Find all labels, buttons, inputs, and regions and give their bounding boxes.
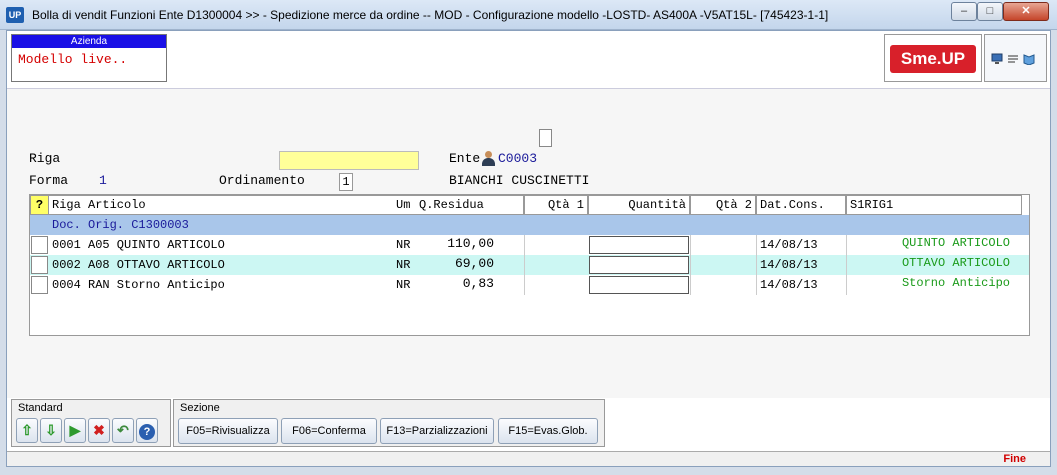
maximize-icon: □ [986, 5, 994, 17]
cancel-icon: ✖ [93, 422, 105, 438]
table-row[interactable]: 0004 RAN Storno Anticipo NR 0,83 14/08/1… [30, 275, 1029, 295]
select-all-header[interactable]: ? [30, 195, 49, 215]
standard-section: Standard ⇧ ⇩ ▶ ✖ ↶ ? [11, 399, 171, 447]
maximize-button[interactable]: □ [977, 2, 1003, 21]
header-riga-articolo-label: Riga Articolo [52, 198, 146, 212]
standard-label: Standard [18, 402, 63, 414]
q-residua-cell: 69,00 [454, 256, 494, 271]
play-icon: ▶ [69, 422, 81, 438]
book-icon[interactable] [1023, 53, 1035, 66]
form-area: Riga Ente C0003 Forma 1 Ordinamento 1 BI… [7, 88, 1050, 398]
row-select-checkbox[interactable] [31, 276, 48, 294]
quantita-input[interactable] [589, 276, 689, 294]
row-select-checkbox[interactable] [31, 236, 48, 254]
q-residua-cell: 0,83 [462, 276, 494, 291]
list-icon[interactable] [1007, 53, 1019, 65]
dat-cons-cell: 14/08/13 [760, 258, 818, 272]
ordinamento-input[interactable]: 1 [339, 173, 353, 191]
azienda-value: Modello live.. [18, 52, 128, 67]
title-bar: UP Bolla di vendit Funzioni Ente D130000… [0, 0, 1057, 30]
header-riga-articolo[interactable]: Riga Articolo Um Q.Residua [49, 195, 524, 215]
row-select-checkbox[interactable] [31, 256, 48, 274]
minimize-icon: – [960, 5, 968, 17]
ente-label: Ente [449, 151, 481, 166]
undo-button[interactable]: ↶ [112, 418, 134, 443]
um-cell: NR [396, 238, 411, 252]
help-icon: ? [139, 424, 155, 440]
monitor-icon[interactable] [991, 53, 1003, 65]
forma-label: Forma [29, 173, 69, 188]
smeup-logo: Sme.UP [890, 45, 976, 73]
azienda-panel: Azienda Modello live.. [11, 34, 167, 82]
table-row[interactable]: 0002 A08 OTTAVO ARTICOLO NR 69,00 14/08/… [30, 255, 1029, 275]
sezione-label: Sezione [180, 402, 220, 414]
group-label: Doc. Orig. C1300003 [52, 218, 189, 232]
header-dat-cons[interactable]: Dat.Cons. [756, 195, 846, 215]
f13-button[interactable]: F13=Parzializzazioni [380, 418, 494, 444]
riga-label: Riga [29, 151, 61, 166]
close-icon: ✕ [1021, 5, 1031, 17]
azienda-header: Azienda [12, 35, 166, 48]
arrow-down-button[interactable]: ⇩ [40, 418, 62, 443]
close-button[interactable]: ✕ [1003, 2, 1049, 21]
dat-cons-cell: 14/08/13 [760, 238, 818, 252]
quantita-input[interactable] [589, 256, 689, 274]
f05-button[interactable]: F05=Rivisualizza [178, 418, 278, 444]
header-q-residua-label: Q.Residua [419, 198, 484, 212]
riga-input[interactable] [279, 151, 419, 170]
play-button[interactable]: ▶ [64, 418, 86, 443]
q-residua-cell: 110,00 [447, 236, 494, 251]
logo-panel: Sme.UP [884, 34, 982, 82]
header-quantita[interactable]: Quantità [588, 195, 690, 215]
f15-button[interactable]: F15=Evas.Glob. [498, 418, 598, 444]
s1rig1-cell: OTTAVO ARTICOLO [901, 256, 1010, 270]
forma-value: 1 [99, 173, 107, 188]
tools-panel [984, 34, 1047, 82]
um-cell: NR [396, 278, 411, 292]
group-row[interactable]: Doc. Orig. C1300003 [30, 215, 1029, 235]
client-area: Azienda Modello live.. Sme.UP Riga Ente … [6, 30, 1051, 467]
header-qta1[interactable]: Qtà 1 [524, 195, 588, 215]
table-row[interactable]: 0001 A05 QUINTO ARTICOLO NR 110,00 14/08… [30, 235, 1029, 255]
app-icon: UP [6, 7, 24, 23]
order-lines-grid: ? Riga Articolo Um Q.Residua Qtà 1 Quant… [29, 194, 1030, 336]
dat-cons-cell: 14/08/13 [760, 278, 818, 292]
arrow-up-button[interactable]: ⇧ [16, 418, 38, 443]
status-bar: Fine [7, 451, 1050, 466]
arrow-down-icon: ⇩ [45, 422, 57, 438]
arrow-up-icon: ⇧ [21, 422, 33, 438]
option-checkbox[interactable] [539, 129, 552, 147]
header-s1rig1[interactable]: S1RIG1 [846, 195, 1022, 215]
help-button[interactable]: ? [136, 418, 158, 443]
quantita-input[interactable] [589, 236, 689, 254]
ente-name: BIANCHI CUSCINETTI [449, 173, 590, 188]
cancel-button[interactable]: ✖ [88, 418, 110, 443]
s1rig1-cell: Storno Anticipo [901, 276, 1010, 290]
riga-articolo-cell: 0004 RAN Storno Anticipo [52, 278, 225, 292]
grid-header: ? Riga Articolo Um Q.Residua Qtà 1 Quant… [30, 195, 1029, 215]
f06-button[interactable]: F06=Conferma [281, 418, 377, 444]
undo-icon: ↶ [117, 422, 129, 438]
s1rig1-cell: QUINTO ARTICOLO [901, 236, 1010, 250]
window-title: Bolla di vendit Funzioni Ente D1300004 >… [32, 8, 829, 22]
riga-articolo-cell: 0002 A08 OTTAVO ARTICOLO [52, 258, 225, 272]
ordinamento-label: Ordinamento [219, 173, 305, 188]
ente-code[interactable]: C0003 [498, 151, 537, 166]
header-qta2[interactable]: Qtà 2 [690, 195, 756, 215]
header-um-label: Um [396, 198, 411, 212]
person-icon[interactable] [481, 151, 495, 166]
um-cell: NR [396, 258, 411, 272]
riga-articolo-cell: 0001 A05 QUINTO ARTICOLO [52, 238, 225, 252]
sezione-section: Sezione F05=Rivisualizza F06=Conferma F1… [173, 399, 605, 447]
minimize-button[interactable]: – [951, 2, 977, 21]
status-fine: Fine [1003, 453, 1026, 465]
